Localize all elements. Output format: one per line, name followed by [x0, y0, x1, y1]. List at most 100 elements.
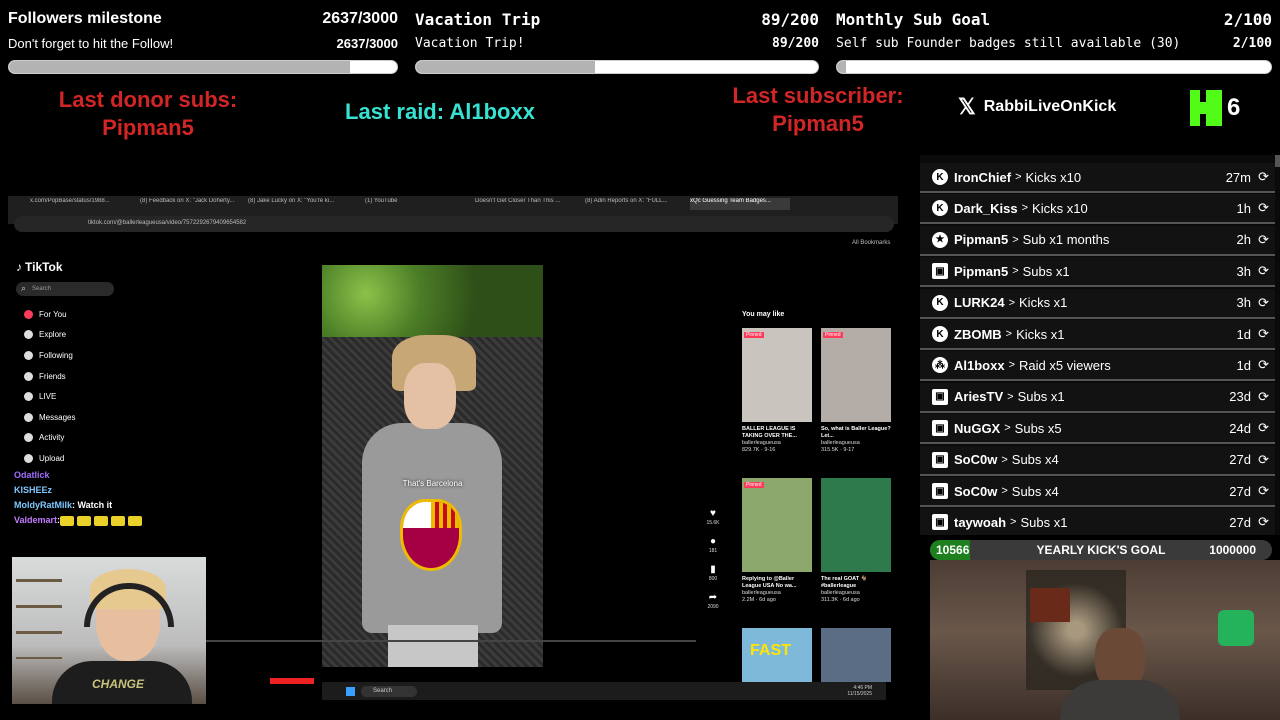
nav-item-icon [24, 433, 33, 443]
taskbar-date: 11/15/2025 [847, 691, 872, 697]
tiktok-nav-item[interactable]: Friends [16, 366, 136, 387]
tiktok-nav: For You Explore Following Friends LIVE Messag… [16, 304, 136, 469]
red-button[interactable] [270, 678, 314, 684]
event-action: Subs x5 [1014, 420, 1062, 436]
replay-icon[interactable]: ⟳ [1258, 389, 1269, 405]
heart-icon: ♥ [710, 508, 716, 519]
recommended-video-thumb[interactable]: Pinned [742, 328, 812, 422]
recommended-video-thumb[interactable]: Pinned [821, 328, 891, 422]
recommended-video-thumb[interactable] [821, 478, 891, 572]
tiktok-nav-item[interactable]: LIVE [16, 386, 136, 407]
tiktok-search-input[interactable]: Search [16, 281, 114, 296]
event-username: Al1boxx [954, 357, 1005, 373]
browser-tab[interactable]: (1) YouTube [365, 198, 465, 210]
replay-icon[interactable]: ⟳ [1258, 514, 1269, 530]
taskbar-search[interactable]: Search [361, 685, 417, 697]
tiktok-nav-item[interactable]: For You [16, 304, 136, 325]
tiktok-nav-item[interactable]: Upload [16, 448, 136, 469]
browser-tab[interactable]: (8) Jake Lucky on X: "You're ki... [248, 198, 348, 210]
last-donor-label: Last donor subs: [58, 87, 238, 112]
tiktok-video[interactable]: That's Barcelona [322, 265, 543, 667]
wall-poster [1030, 588, 1070, 622]
recommended-video-thumb[interactable]: Pinned [742, 478, 812, 572]
action-count: 15.6K [706, 520, 720, 526]
tiktok-logo[interactable]: ♪ TikTok [16, 260, 136, 274]
video-seek-bar[interactable] [206, 640, 696, 642]
goal-progress-bar [8, 60, 398, 74]
last-subscriber-label: Last subscriber: [732, 83, 904, 108]
kick-logo-icon [1190, 90, 1222, 126]
event-row: ▣ SoC0w > Subs x4 27d ⟳ [920, 445, 1275, 476]
event-row: ▣ SoC0w > Subs x4 27d ⟳ [920, 477, 1275, 507]
event-action: Sub x1 months [1022, 232, 1110, 248]
nav-item-icon [24, 350, 33, 360]
recommended-video-thumb[interactable] [821, 628, 891, 682]
goal-progress-fill [837, 61, 846, 73]
thumb-title: Replying to @Baller League USA No wa... [742, 576, 797, 589]
event-username: SoC0w [954, 452, 998, 468]
emote-icon [111, 515, 126, 526]
all-bookmarks-button[interactable]: All Bookmarks [852, 240, 890, 246]
goal-monthly-sub: Monthly Sub Goal Self sub Founder badges… [836, 6, 1272, 78]
event-action: Kicks x1 [1019, 295, 1068, 311]
goal-progress-fill [9, 61, 351, 73]
thumb-account: ballerleagueusa [821, 440, 860, 446]
replay-icon[interactable]: ⟳ [1258, 263, 1269, 279]
goal-vacation: Vacation Trip Vacation Trip! 89/200 89/2… [415, 6, 819, 78]
chat-message: KISHEEz [14, 483, 145, 498]
event-list[interactable]: K IronChief > Kicks x10 27m ⟳ K Dark_Kiss > Kicks… [920, 155, 1280, 535]
nav-item-label: Upload [39, 453, 65, 463]
event-time: 27d [1229, 514, 1251, 530]
chat-username: Odatlick [14, 470, 50, 480]
comment-button[interactable]: ● 181 [704, 536, 722, 564]
browser-tab[interactable]: x.com/PopBase/status/1988... [30, 198, 130, 210]
windows-start-icon[interactable] [346, 686, 355, 696]
tiktok-nav-item[interactable]: Messages [16, 407, 136, 428]
event-list-scrollbar[interactable] [1275, 155, 1280, 167]
tiktok-note-icon: ♪ [16, 260, 22, 274]
chevron-right-icon: > [1001, 453, 1008, 466]
replay-icon[interactable]: ⟳ [1258, 357, 1269, 373]
chevron-right-icon: > [1001, 485, 1008, 497]
event-row: ▣ Pipman5 > Subs x1 3h ⟳ [920, 257, 1275, 288]
browser-tab[interactable]: (8) Adin Reports on X: "FULL... [585, 198, 685, 210]
chat-message: Odatlick [14, 468, 145, 483]
tiktok-nav-item[interactable]: Explore [16, 325, 136, 346]
event-time: 3h [1236, 263, 1251, 279]
replay-icon[interactable]: ⟳ [1258, 452, 1269, 468]
pinned-badge: Pinned [744, 482, 764, 488]
browser-tab[interactable]: xQc Guessing Team Badges... [690, 198, 790, 210]
x-logo-icon: 𝕏 [958, 94, 976, 119]
recommended-video-thumb[interactable]: FAST [742, 628, 812, 682]
replay-icon[interactable]: ⟳ [1258, 200, 1269, 216]
browser-tab[interactable]: Doesn't Get Closer Than This ... [475, 198, 575, 210]
emote-icon [60, 515, 75, 526]
replay-icon[interactable]: ⟳ [1258, 232, 1269, 248]
browser-tab[interactable]: (8) Feedback on X: "Jack Doherty... [140, 198, 240, 210]
star-icon: ★ [932, 231, 948, 248]
you-may-like-heading: You may like [742, 311, 785, 318]
x-handle-text: RabbiLiveOnKick [983, 98, 1117, 115]
replay-icon[interactable]: ⟳ [1258, 326, 1269, 342]
gift-icon: ▣ [932, 483, 948, 499]
event-action: Subs x4 [1011, 452, 1059, 468]
video-person-pants [388, 625, 478, 667]
green-object [1218, 610, 1254, 646]
replay-icon[interactable]: ⟳ [1258, 295, 1269, 311]
webcam-shelf [16, 579, 62, 659]
chat-text: : Watch it [72, 500, 113, 510]
taskbar-clock: 4:46 PM 11/15/2025 [847, 685, 872, 697]
goal-title: Monthly Sub Goal [836, 10, 991, 29]
event-action: Subs x1 [1017, 389, 1065, 405]
replay-icon[interactable]: ⟳ [1258, 420, 1269, 436]
tiktok-logo-text: TikTok [25, 260, 63, 274]
replay-icon[interactable]: ⟳ [1258, 169, 1269, 185]
heart-button[interactable]: ♥ 15.6K [704, 508, 722, 536]
replay-icon[interactable]: ⟳ [1258, 483, 1269, 499]
tiktok-nav-item[interactable]: Following [16, 345, 136, 366]
goal-subtitle: Don't forget to hit the Follow! [8, 36, 174, 51]
chevron-right-icon: > [1004, 422, 1011, 435]
bookmark-button[interactable]: ▮ 800 [704, 564, 722, 592]
tiktok-nav-item[interactable]: Activity [16, 428, 136, 449]
share-button[interactable]: ➦ 2090 [704, 592, 722, 620]
